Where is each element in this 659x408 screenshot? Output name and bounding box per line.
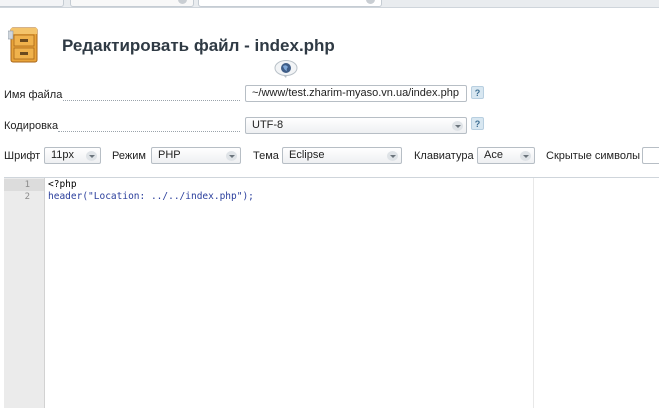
theme-label: Тема — [253, 150, 279, 162]
help-icon[interactable]: ? — [471, 86, 484, 99]
filename-label: Имя файла — [4, 89, 63, 101]
theme-value: Eclipse — [289, 149, 325, 161]
code-editor[interactable]: 1 2 <?php header("Location: ../../index.… — [4, 177, 659, 408]
keyboard-select[interactable]: Ace — [477, 147, 535, 164]
code-line[interactable]: header("Location: ../../index.php"); — [48, 191, 254, 202]
line-number: 1 — [24, 180, 30, 190]
font-label: Шрифт — [4, 150, 41, 162]
chevron-down-icon — [452, 121, 463, 131]
mode-value: PHP — [158, 149, 181, 161]
code-line[interactable]: <?php — [48, 179, 77, 190]
tab-active[interactable] — [198, 0, 382, 7]
mode-select[interactable]: PHP — [151, 147, 241, 164]
tab-strip — [0, 0, 659, 8]
keyboard-value: Ace — [484, 149, 503, 161]
mode-label: Режим — [112, 150, 146, 162]
encoding-value: UTF-8 — [252, 119, 284, 131]
file-cabinet-icon — [8, 27, 38, 63]
tab[interactable] — [0, 0, 64, 7]
print-margin — [533, 178, 534, 408]
encoding-label: Кодировка — [4, 120, 59, 132]
chevron-down-icon — [387, 151, 398, 161]
line-number-gutter: 1 2 — [4, 178, 45, 408]
encoding-select[interactable]: UTF-8 — [245, 117, 467, 134]
chevron-down-icon — [86, 151, 97, 161]
tab-divider — [384, 0, 659, 7]
dotted-leader — [58, 130, 240, 132]
theme-select[interactable]: Eclipse — [282, 147, 402, 164]
help-icon[interactable]: ? — [471, 117, 484, 130]
chevron-down-icon — [226, 151, 237, 161]
keyboard-label: Клавиатура — [414, 150, 474, 162]
dotted-leader — [63, 99, 240, 101]
line-number: 2 — [24, 192, 30, 202]
globe-icon[interactable] — [274, 60, 298, 78]
page-title: Редактировать файл - index.php — [62, 36, 335, 55]
filename-input[interactable]: ~/www/test.zharim-myaso.vn.ua/index.php — [245, 85, 467, 102]
font-size-value: 11px — [51, 149, 75, 161]
close-icon[interactable] — [366, 0, 375, 4]
font-size-select[interactable]: 11px — [44, 147, 101, 164]
chevron-down-icon — [520, 151, 531, 161]
tab[interactable] — [70, 0, 194, 7]
hidden-chars-checkbox[interactable] — [642, 147, 659, 164]
close-icon[interactable] — [178, 0, 187, 4]
hidden-chars-label: Скрытые символы — [546, 150, 641, 162]
